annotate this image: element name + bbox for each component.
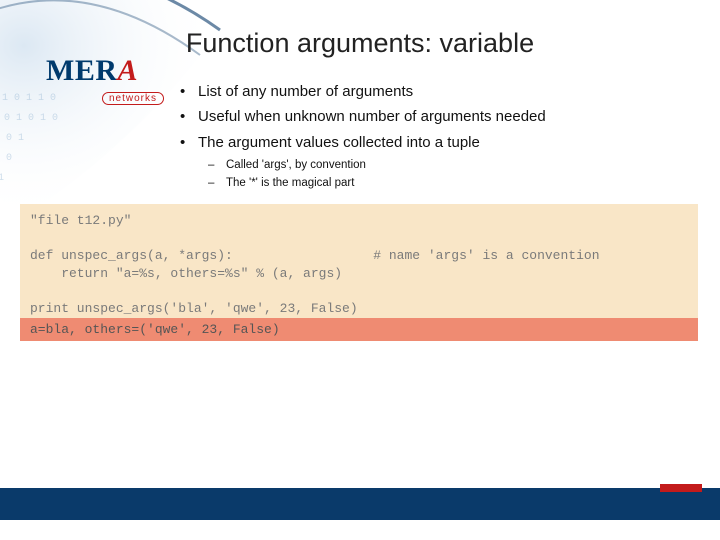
logo-tail: A [118, 54, 139, 87]
slide: 0 1 0 1 1 0 1 0 0 1 0 1 0 0 1 1 0 1 1 0 … [0, 0, 720, 540]
svg-text:1 0 1 0: 1 0 1 0 [0, 153, 12, 164]
content-area: List of any number of arguments Useful w… [180, 80, 680, 193]
bullet-item: List of any number of arguments [180, 80, 680, 103]
accent-bar [660, 484, 702, 492]
sub-bullet-list: Called 'args', by convention The '*' is … [208, 156, 680, 193]
logo-text: MERA [46, 54, 138, 87]
bullet-list: List of any number of arguments Useful w… [180, 80, 680, 154]
logo-sub: networks [102, 92, 164, 105]
svg-text:0 1 1 0 1: 0 1 1 0 1 [0, 133, 24, 144]
sub-bullet-item: Called 'args', by convention [208, 156, 680, 174]
output-block: a=bla, others=('qwe', 23, False) [20, 318, 698, 341]
svg-text:0 1 1: 0 1 1 [0, 173, 4, 184]
svg-text:1 0 0 1 0 1 0: 1 0 0 1 0 1 0 [0, 113, 58, 124]
logo-main: MER [46, 54, 118, 87]
footer-bar [0, 488, 720, 520]
bullet-item: Useful when unknown number of arguments … [180, 105, 680, 128]
bullet-item: The argument values collected into a tup… [180, 131, 680, 154]
sub-bullet-item: The '*' is the magical part [208, 174, 680, 192]
code-block: "file t12.py" def unspec_args(a, *args):… [20, 204, 698, 327]
logo: MERA networks [46, 54, 186, 106]
